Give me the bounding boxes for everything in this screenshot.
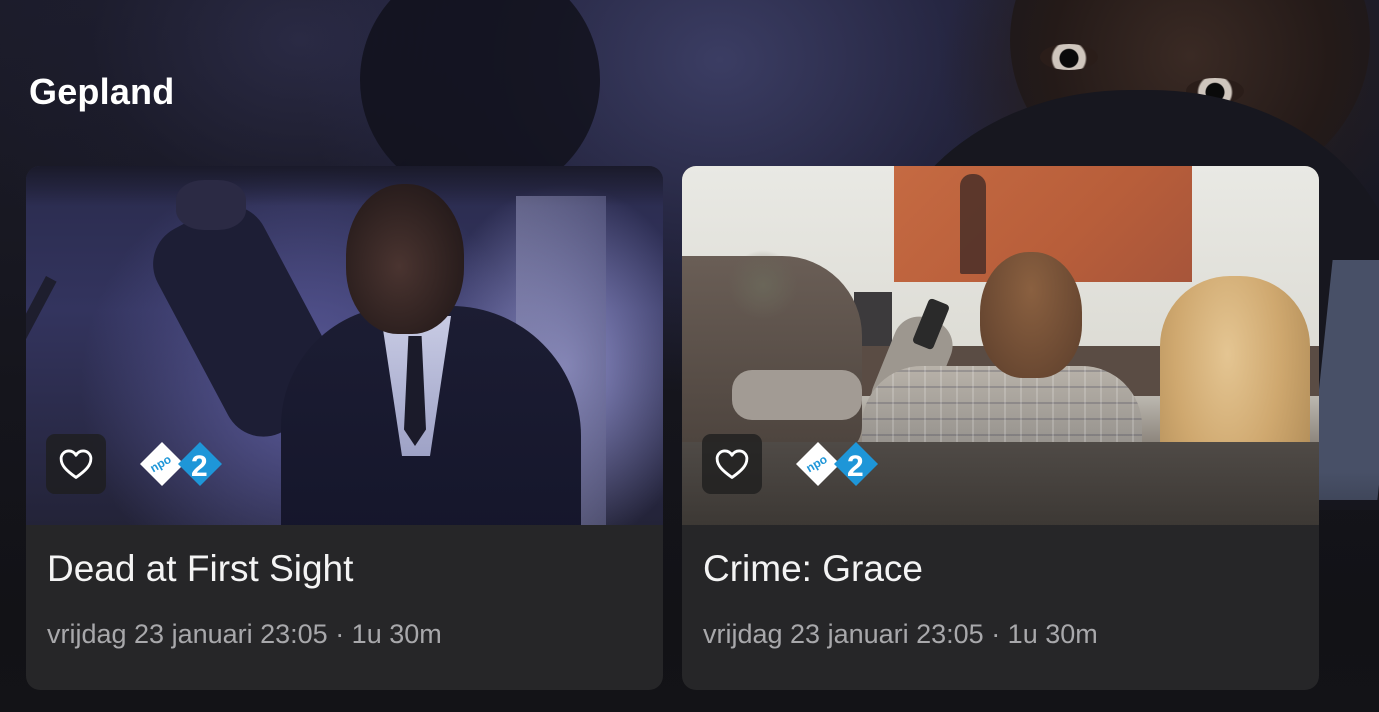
program-card[interactable]: npo 2 Crime: Grace vrijdag 23 januari 23… bbox=[682, 166, 1319, 690]
background-eye-left bbox=[1040, 44, 1098, 70]
program-card[interactable]: npo 2 Dead at First Sight vrijdag 23 jan… bbox=[26, 166, 663, 690]
thumbnail-sofa bbox=[682, 442, 1319, 525]
program-schedule: vrijdag 23 januari 23:05 · 1u 30m bbox=[47, 619, 442, 649]
svg-text:2: 2 bbox=[847, 450, 864, 483]
favorite-button[interactable] bbox=[46, 434, 106, 494]
thumbnail-tv-figure bbox=[960, 174, 986, 274]
thumbnail-plant bbox=[728, 250, 798, 320]
heart-outline-icon bbox=[715, 449, 749, 479]
thumbnail-hand bbox=[176, 180, 246, 230]
favorite-button[interactable] bbox=[702, 434, 762, 494]
thumbnail-man-head bbox=[980, 252, 1082, 378]
section-title: Gepland bbox=[29, 71, 175, 112]
thumbnail-cushion bbox=[732, 370, 862, 420]
thumbnail-head bbox=[346, 184, 464, 334]
npo2-logo-icon: npo 2 bbox=[796, 442, 878, 486]
program-thumbnail: npo 2 bbox=[26, 166, 663, 525]
program-title: Crime: Grace bbox=[703, 548, 923, 589]
program-schedule: vrijdag 23 januari 23:05 · 1u 30m bbox=[703, 619, 1098, 649]
program-title: Dead at First Sight bbox=[47, 548, 354, 589]
npo2-logo-icon: npo 2 bbox=[140, 442, 222, 486]
svg-text:2: 2 bbox=[191, 450, 208, 483]
program-thumbnail: npo 2 bbox=[682, 166, 1319, 525]
heart-outline-icon bbox=[59, 449, 93, 479]
